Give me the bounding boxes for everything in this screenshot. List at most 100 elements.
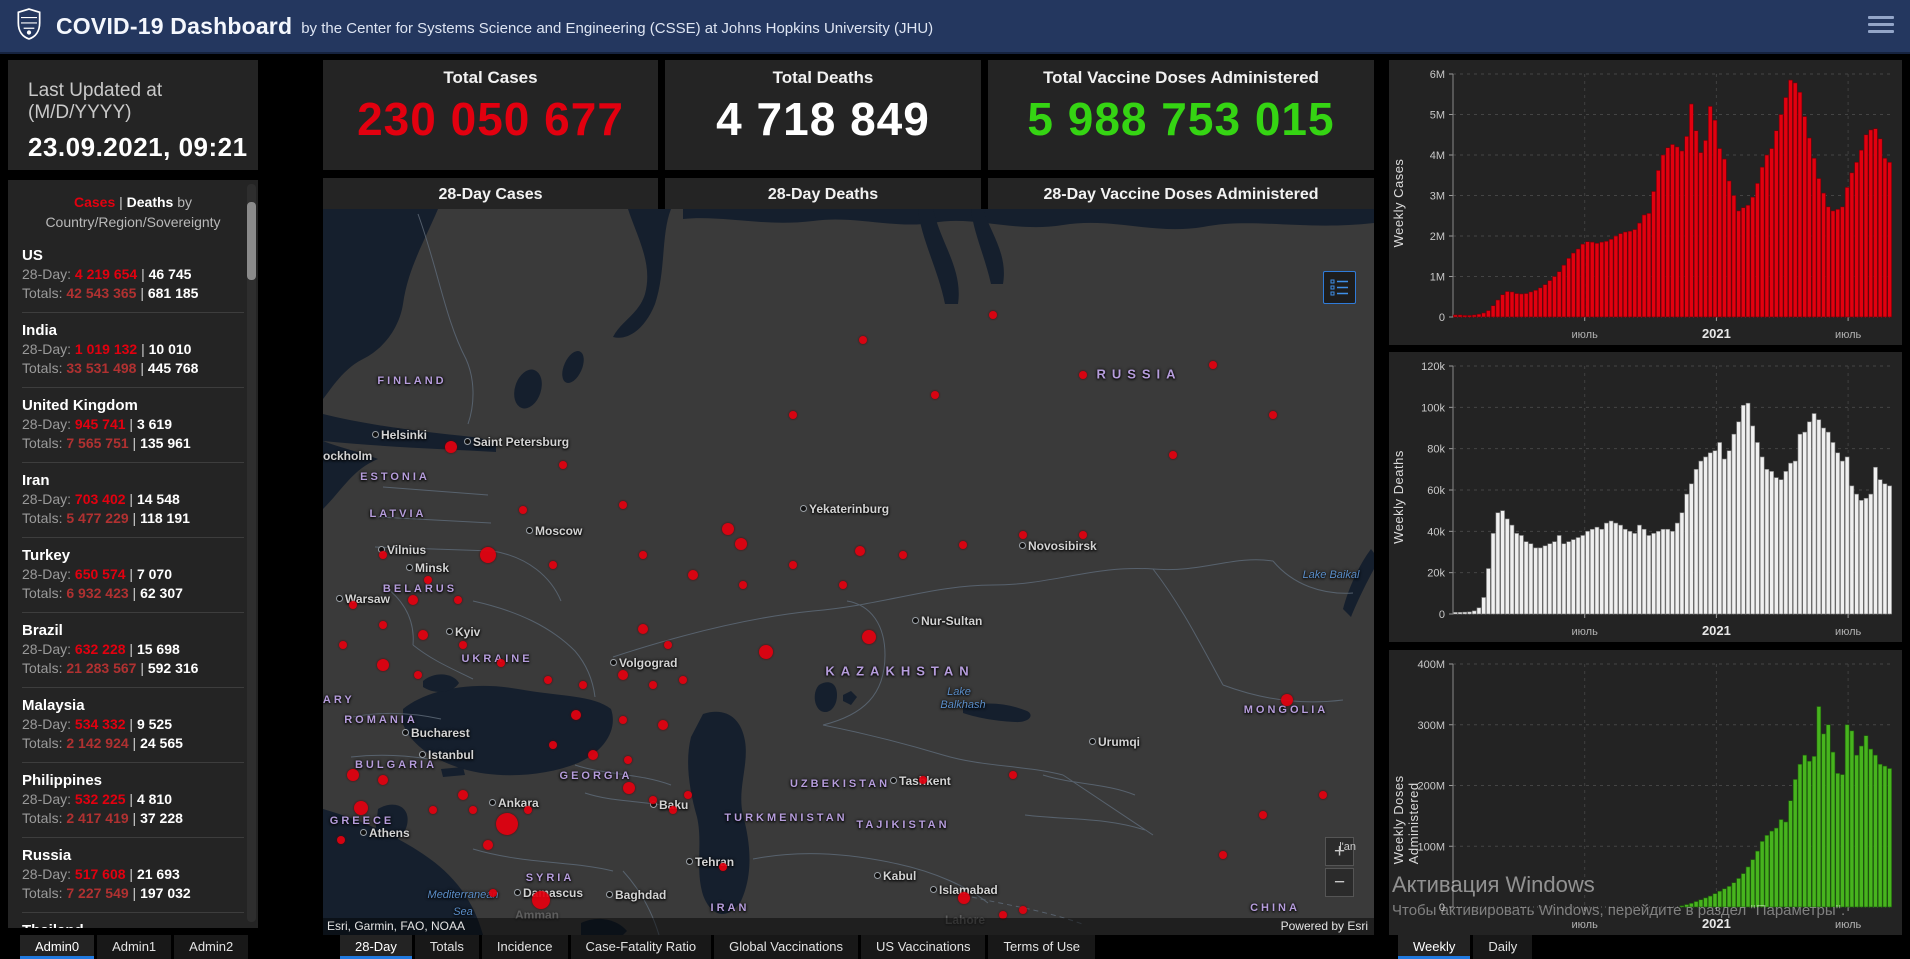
covid-case-dot[interactable] (759, 645, 773, 659)
tab-us-vaccinations[interactable]: US Vaccinations (861, 935, 986, 959)
covid-case-dot[interactable] (624, 756, 632, 764)
covid-case-dot[interactable] (496, 813, 518, 835)
covid-case-dot[interactable] (524, 806, 532, 814)
country-row[interactable]: United Kingdom 28-Day: 945 741 | 3 619 Tot… (22, 388, 244, 463)
covid-case-dot[interactable] (1281, 694, 1293, 706)
covid-case-dot[interactable] (789, 411, 797, 419)
covid-case-dot[interactable] (354, 801, 368, 815)
country-row[interactable]: Russia 28-Day: 517 608 | 21 693 Totals: 7 … (22, 838, 244, 913)
covid-case-dot[interactable] (859, 336, 867, 344)
covid-case-dot[interactable] (638, 624, 648, 634)
covid-case-dot[interactable] (623, 782, 635, 794)
menu-icon[interactable] (1868, 16, 1894, 36)
covid-case-dot[interactable] (549, 561, 557, 569)
covid-case-dot[interactable] (679, 676, 687, 684)
covid-case-dot[interactable] (559, 461, 567, 469)
covid-case-dot[interactable] (658, 720, 668, 730)
covid-case-dot[interactable] (989, 311, 997, 319)
covid-case-dot[interactable] (379, 621, 387, 629)
covid-case-dot[interactable] (1169, 451, 1177, 459)
country-list-scrollbar[interactable] (247, 184, 256, 922)
covid-case-dot[interactable] (579, 681, 587, 689)
covid-case-dot[interactable] (337, 836, 345, 844)
country-row[interactable]: India 28-Day: 1 019 132 | 10 010 Totals: 3… (22, 313, 244, 388)
weekly-doses-chart[interactable]: Weekly Doses Administered 0 100M 200M 300M 4… (1389, 650, 1902, 935)
tab-totals[interactable]: Totals (414, 935, 479, 959)
covid-case-dot[interactable] (549, 741, 557, 749)
tab-incidence[interactable]: Incidence (481, 935, 568, 959)
covid-case-dot[interactable] (544, 676, 552, 684)
covid-case-dot[interactable] (684, 791, 692, 799)
covid-case-dot[interactable] (532, 891, 550, 909)
covid-case-dot[interactable] (418, 630, 428, 640)
covid-case-dot[interactable] (349, 601, 357, 609)
covid-case-dot[interactable] (1079, 531, 1087, 539)
country-row[interactable]: Brazil 28-Day: 632 228 | 15 698 Totals: 21… (22, 613, 244, 688)
covid-case-dot[interactable] (649, 681, 657, 689)
covid-case-dot[interactable] (618, 670, 628, 680)
covid-case-dot[interactable] (688, 570, 698, 580)
covid-case-dot[interactable] (1009, 771, 1017, 779)
covid-case-dot[interactable] (619, 501, 627, 509)
tab-terms-of-use[interactable]: Terms of Use (988, 935, 1096, 959)
covid-case-dot[interactable] (619, 716, 627, 724)
tab-global-vaccinations[interactable]: Global Vaccinations (714, 935, 859, 959)
country-row[interactable]: Iran 28-Day: 703 402 | 14 548 Totals: 5 47… (22, 463, 244, 538)
covid-case-dot[interactable] (489, 889, 497, 897)
covid-case-dot[interactable] (414, 671, 422, 679)
covid-case-dot[interactable] (408, 595, 418, 605)
country-row[interactable]: Malaysia 28-Day: 534 332 | 9 525 Totals: 2… (22, 688, 244, 763)
tab-admin0[interactable]: Admin0 (20, 935, 95, 959)
covid-case-dot[interactable] (855, 546, 865, 556)
tab-28-day[interactable]: 28-Day (340, 935, 412, 959)
zoom-out-button[interactable]: − (1325, 868, 1354, 897)
covid-case-dot[interactable] (571, 710, 581, 720)
country-row[interactable]: Philippines 28-Day: 532 225 | 4 810 Totals… (22, 763, 244, 838)
covid-case-dot[interactable] (588, 750, 598, 760)
covid-case-dot[interactable] (469, 806, 477, 814)
covid-case-dot[interactable] (959, 541, 967, 549)
covid-case-dot[interactable] (1319, 791, 1327, 799)
scrollbar-thumb[interactable] (247, 202, 256, 280)
covid-case-dot[interactable] (445, 441, 457, 453)
covid-case-dot[interactable] (669, 806, 677, 814)
covid-case-dot[interactable] (1269, 411, 1277, 419)
covid-case-dot[interactable] (1019, 531, 1027, 539)
covid-case-dot[interactable] (958, 892, 970, 904)
covid-case-dot[interactable] (919, 776, 927, 784)
tab-weekly[interactable]: Weekly (1398, 935, 1471, 959)
covid-case-dot[interactable] (347, 769, 359, 781)
weekly-deaths-chart[interactable]: Weekly Deaths 0 20k 40k 60k 80k 100k 120k июль 2… (1389, 352, 1902, 642)
covid-case-dot[interactable] (339, 641, 347, 649)
covid-case-dot[interactable] (1209, 361, 1217, 369)
country-row[interactable]: Thailand28-Day: 416 154 | 5 824Totals: 1… (22, 913, 244, 928)
covid-case-dot[interactable] (459, 641, 467, 649)
tab-daily[interactable]: Daily (1473, 935, 1533, 959)
covid-case-dot[interactable] (789, 561, 797, 569)
covid-case-dot[interactable] (378, 775, 388, 785)
covid-case-dot[interactable] (424, 576, 432, 584)
tab-case-fatality-ratio[interactable]: Case-Fatality Ratio (570, 935, 712, 959)
tab-admin1[interactable]: Admin1 (97, 935, 172, 959)
covid-case-dot[interactable] (379, 551, 387, 559)
covid-case-dot[interactable] (480, 547, 496, 563)
covid-case-dot[interactable] (458, 790, 468, 800)
tab-admin2[interactable]: Admin2 (174, 935, 249, 959)
covid-case-dot[interactable] (1019, 906, 1027, 914)
world-map[interactable]: FINLAND ESTONIA LATVIA BELARUS UKRAINE ROMANI… (323, 209, 1374, 935)
covid-case-dot[interactable] (377, 659, 389, 671)
covid-case-dot[interactable] (899, 551, 907, 559)
covid-case-dot[interactable] (735, 538, 747, 550)
covid-case-dot[interactable] (497, 659, 505, 667)
weekly-cases-chart[interactable]: Weekly Cases 0 1M 2M 3M 4M 5M 6M июль 2021 июль (1389, 60, 1902, 345)
covid-case-dot[interactable] (862, 630, 876, 644)
covid-case-dot[interactable] (664, 641, 672, 649)
covid-case-dot[interactable] (483, 840, 493, 850)
covid-case-dot[interactable] (739, 581, 747, 589)
map-legend-button[interactable] (1323, 271, 1356, 304)
covid-case-dot[interactable] (931, 391, 939, 399)
covid-case-dot[interactable] (1259, 811, 1267, 819)
covid-case-dot[interactable] (429, 806, 437, 814)
covid-case-dot[interactable] (722, 523, 734, 535)
covid-case-dot[interactable] (1219, 851, 1227, 859)
